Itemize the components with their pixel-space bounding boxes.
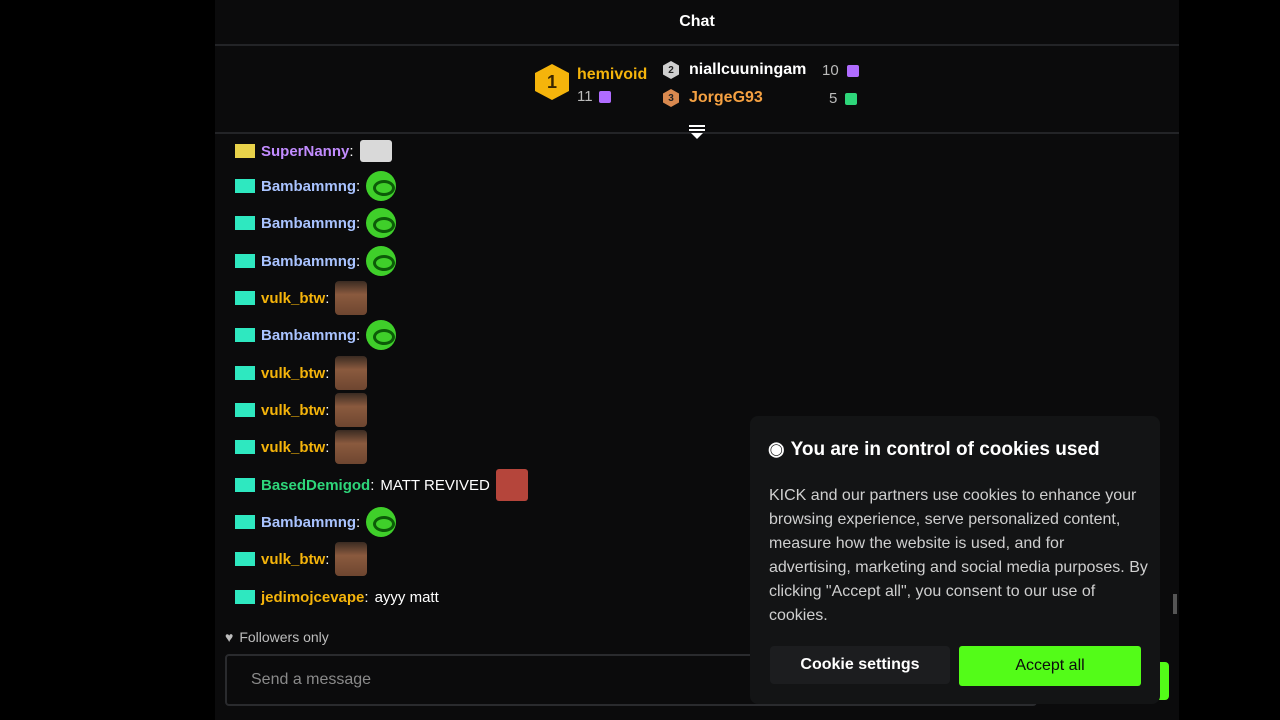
face-emote-icon bbox=[335, 430, 368, 464]
subscriber-badge-icon bbox=[235, 478, 255, 492]
cookie-icon: ◉ bbox=[768, 439, 785, 460]
collapse-leaderboard-icon[interactable] bbox=[687, 124, 707, 140]
chat-message: vulk_btw: bbox=[235, 393, 368, 427]
leaderboard-second[interactable]: 2 niallcuuningam bbox=[663, 61, 806, 79]
leaderboard-third-count: 5 bbox=[829, 90, 858, 107]
cookie-consent-dialog: ◉ You are in control of cookies used KIC… bbox=[750, 416, 1160, 704]
subscriber-badge-icon bbox=[235, 216, 255, 230]
chat-header: Chat bbox=[215, 0, 1179, 46]
subscriber-badge-icon bbox=[235, 440, 255, 454]
subscriber-badge-icon bbox=[235, 328, 255, 342]
chat-message: SuperNanny: bbox=[235, 136, 392, 166]
face-emote-icon bbox=[335, 393, 368, 427]
chat-username[interactable]: Bambammng bbox=[261, 178, 356, 195]
chat-username[interactable]: SuperNanny bbox=[261, 143, 349, 160]
chat-username[interactable]: vulk_btw bbox=[261, 365, 325, 382]
cookie-settings-button[interactable]: Cookie settings bbox=[770, 646, 950, 684]
subscriber-badge-icon bbox=[235, 515, 255, 529]
frog-emote-icon bbox=[366, 507, 397, 537]
gift-icon bbox=[846, 64, 859, 77]
leaderboard-first-name: hemivoid bbox=[577, 66, 648, 83]
gift-leaderboard: 1 hemivoid 11 2 niallcuuningam 10 3 Jorg… bbox=[215, 46, 1179, 134]
leaderboard-first[interactable]: 1 hemivoid 11 bbox=[535, 64, 648, 105]
chat-message: vulk_btw: bbox=[235, 281, 368, 315]
eyes-emote-icon bbox=[359, 140, 392, 162]
chat-username[interactable]: vulk_btw bbox=[261, 402, 325, 419]
frog-emote-icon bbox=[366, 320, 397, 350]
cookie-dialog-body: KICK and our partners use cookies to enh… bbox=[769, 487, 1148, 624]
subscriber-badge-icon bbox=[235, 179, 255, 193]
chat-input-placeholder: Send a message bbox=[251, 671, 372, 688]
chat-message-text: ayyy matt bbox=[374, 588, 439, 606]
subscriber-badge-icon bbox=[235, 403, 255, 417]
chat-title: Chat bbox=[679, 13, 715, 30]
leaderboard-third-name: JorgeG93 bbox=[689, 89, 763, 106]
chat-message: vulk_btw: bbox=[235, 542, 368, 576]
heart-icon: ♥ bbox=[225, 629, 234, 645]
chat-username[interactable]: vulk_btw bbox=[261, 439, 325, 456]
gift-icon bbox=[845, 92, 858, 105]
chat-message: Bambammng: bbox=[235, 208, 397, 238]
chat-username[interactable]: Bambammng bbox=[261, 514, 356, 531]
chat-username[interactable]: Bambammng bbox=[261, 327, 356, 344]
chat-username[interactable]: Bambammng bbox=[261, 215, 356, 232]
chat-username[interactable]: BasedDemigod bbox=[261, 477, 370, 494]
red-face-emote-icon bbox=[495, 469, 528, 501]
leaderboard-first-count: 11 bbox=[577, 88, 611, 105]
rank-3-badge-icon: 3 bbox=[663, 89, 679, 107]
scrollbar[interactable] bbox=[1173, 594, 1177, 614]
face-emote-icon bbox=[335, 356, 368, 390]
chat-message: vulk_btw: bbox=[235, 430, 368, 464]
chat-message: vulk_btw: bbox=[235, 356, 368, 390]
chat-message: Bambammng: bbox=[235, 320, 397, 350]
accept-all-button[interactable]: Accept all bbox=[959, 646, 1141, 686]
chat-username[interactable]: vulk_btw bbox=[261, 551, 325, 568]
subscriber-badge-icon bbox=[235, 366, 255, 380]
chat-username[interactable]: vulk_btw bbox=[261, 290, 325, 307]
frog-emote-icon bbox=[366, 171, 397, 201]
frog-emote-icon bbox=[366, 208, 397, 238]
frog-emote-icon bbox=[366, 246, 397, 276]
subscriber-badge-icon bbox=[235, 590, 255, 604]
rank-1-badge-icon: 1 bbox=[535, 64, 569, 100]
leaderboard-second-count: 10 bbox=[822, 62, 859, 79]
chat-message: jedimojcevape: ayyy matt bbox=[235, 582, 445, 612]
subscriber-badge-icon bbox=[235, 552, 255, 566]
chat-message: Bambammng: bbox=[235, 171, 397, 201]
chat-message: Bambammng: bbox=[235, 507, 397, 537]
subscriber-badge-icon bbox=[235, 254, 255, 268]
chat-username[interactable]: Bambammng bbox=[261, 253, 356, 270]
badge-icon bbox=[235, 144, 255, 158]
chat-message-text: MATT REVIVED bbox=[380, 476, 490, 494]
chat-message: BasedDemigod: MATT REVIVED bbox=[235, 469, 528, 501]
rank-2-badge-icon: 2 bbox=[663, 61, 679, 79]
face-emote-icon bbox=[335, 542, 368, 576]
face-emote-icon bbox=[335, 281, 368, 315]
followers-only-notice: ♥ Followers only bbox=[225, 629, 329, 645]
gift-icon bbox=[598, 90, 611, 103]
leaderboard-third[interactable]: 3 JorgeG93 bbox=[663, 89, 763, 107]
subscriber-badge-icon bbox=[235, 291, 255, 305]
chat-username[interactable]: jedimojcevape bbox=[261, 589, 364, 606]
cookie-dialog-title: ◉ You are in control of cookies used bbox=[768, 438, 1100, 461]
chat-message: Bambammng: bbox=[235, 246, 397, 276]
leaderboard-second-name: niallcuuningam bbox=[689, 61, 807, 78]
